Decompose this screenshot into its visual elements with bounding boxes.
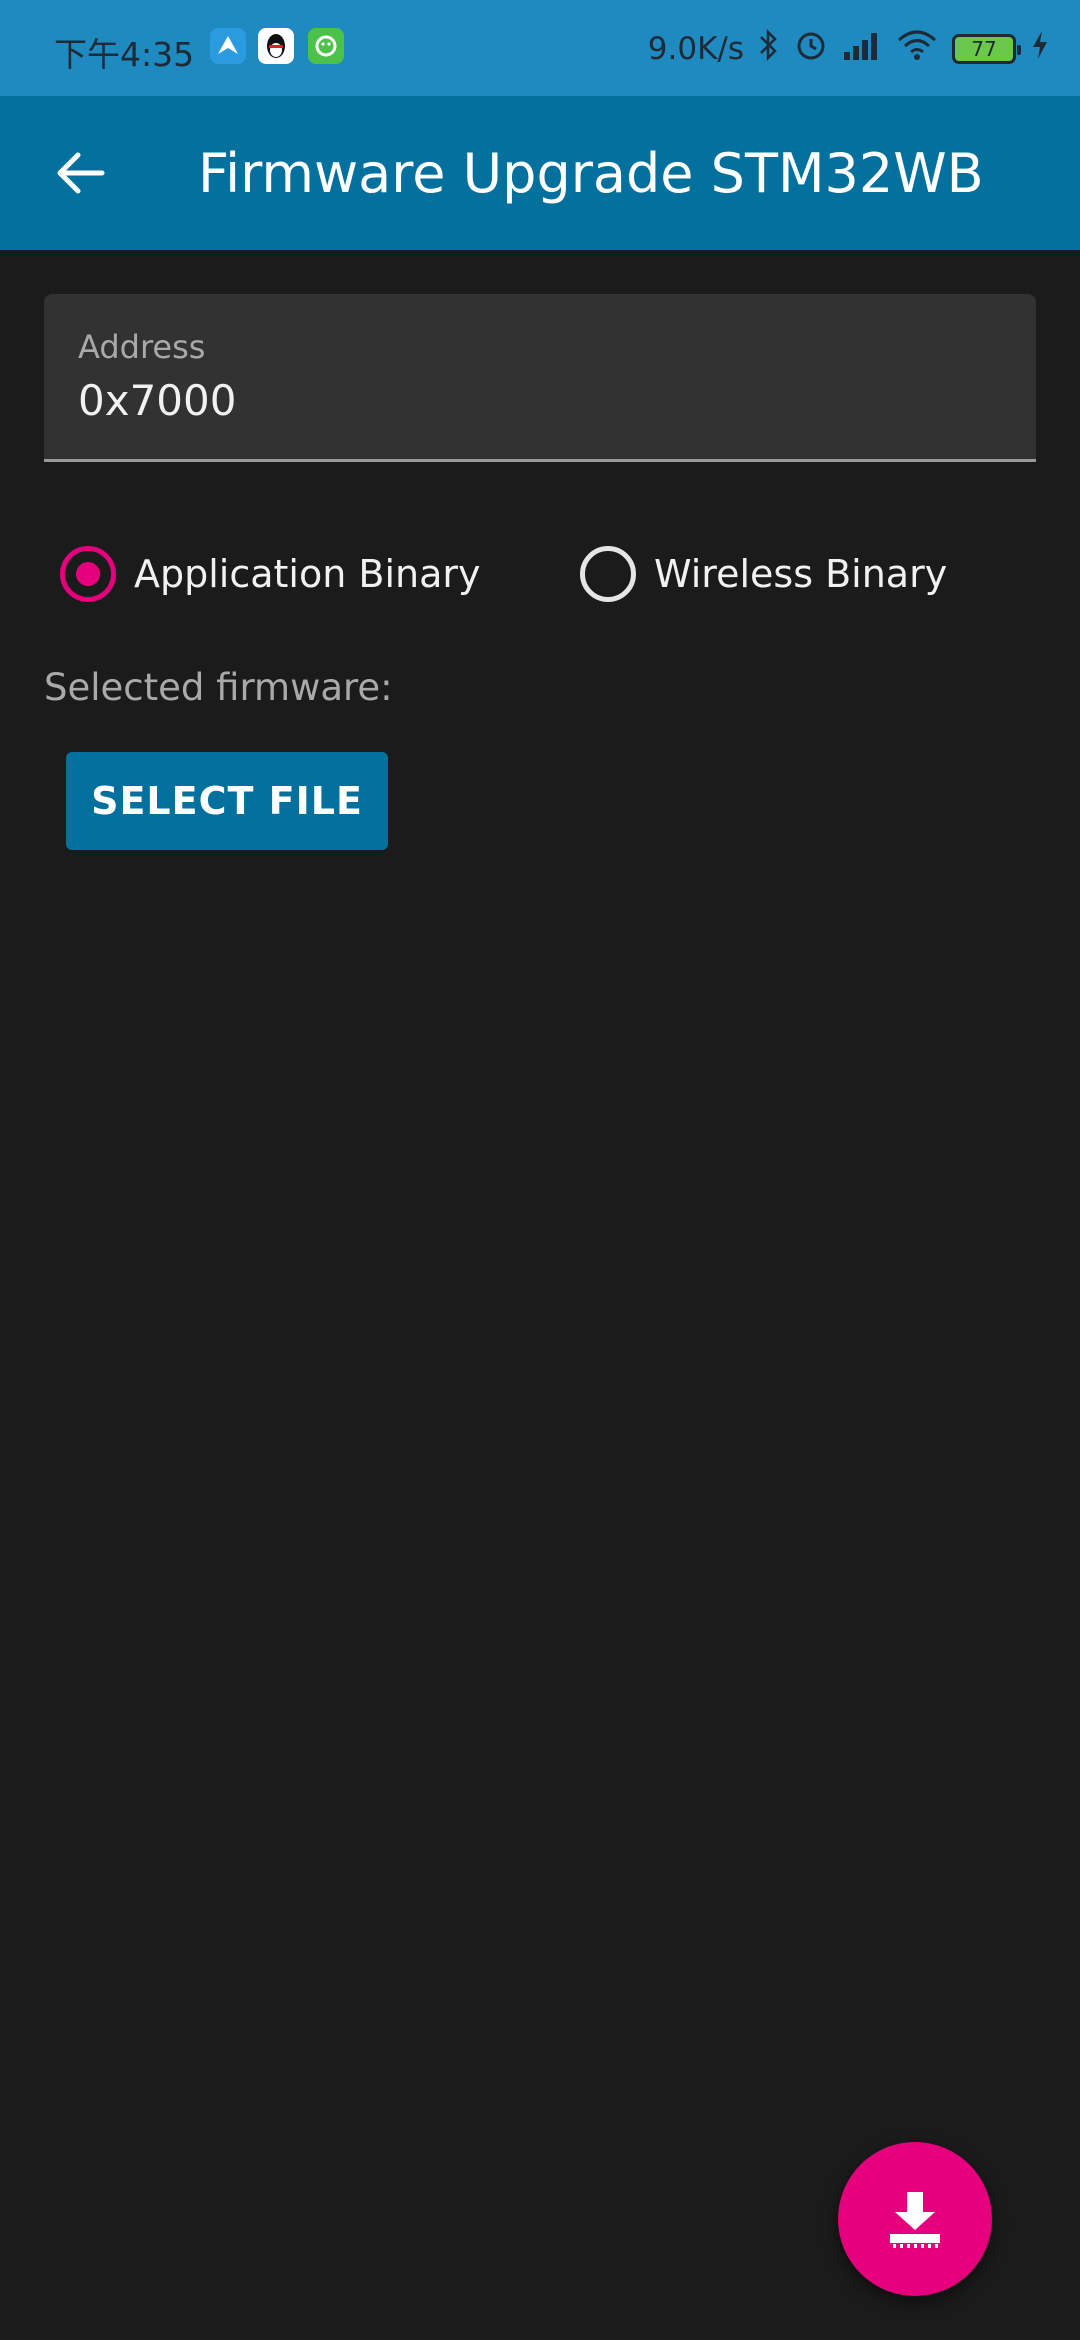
- address-field[interactable]: Address 0x7000: [44, 294, 1036, 462]
- select-file-button[interactable]: SELECT FILE: [66, 752, 388, 850]
- alarm-icon: [794, 28, 828, 70]
- battery-level: 77: [971, 37, 997, 61]
- qq-icon: [258, 28, 294, 64]
- bluetooth-icon: [758, 28, 780, 70]
- radio-checked-icon[interactable]: [60, 546, 116, 602]
- wechat-icon: [308, 28, 344, 64]
- battery-icon: 77: [952, 34, 1021, 64]
- radio-unchecked-icon[interactable]: [580, 546, 636, 602]
- back-button[interactable]: [50, 141, 114, 205]
- status-bar: 下午4:35 9.0K/s 77: [0, 0, 1080, 96]
- radio-label-application-binary: Application Binary: [134, 552, 481, 596]
- address-input[interactable]: 0x7000: [78, 376, 236, 425]
- app-bar: Firmware Upgrade STM32WB: [0, 96, 1080, 250]
- selected-firmware-label: Selected firmware:: [44, 666, 393, 709]
- status-right-group: 9.0K/s 77: [648, 28, 1050, 70]
- radio-wireless-binary[interactable]: Wireless Binary: [580, 544, 947, 604]
- app-bird-icon: [210, 28, 246, 64]
- download-chip-icon: [890, 2192, 940, 2248]
- radio-label-wireless-binary: Wireless Binary: [654, 552, 948, 596]
- wifi-icon: [896, 28, 938, 70]
- status-time: 下午4:35: [54, 35, 195, 74]
- upload-firmware-fab[interactable]: [838, 2142, 992, 2296]
- charging-icon: [1030, 29, 1050, 69]
- radio-application-binary[interactable]: Application Binary: [60, 544, 481, 604]
- address-label: Address: [78, 328, 206, 366]
- signal-icon: [842, 28, 882, 70]
- network-speed: 9.0K/s: [647, 31, 744, 67]
- arrow-left-icon: [57, 152, 105, 194]
- page-title: Firmware Upgrade STM32WB: [198, 142, 984, 205]
